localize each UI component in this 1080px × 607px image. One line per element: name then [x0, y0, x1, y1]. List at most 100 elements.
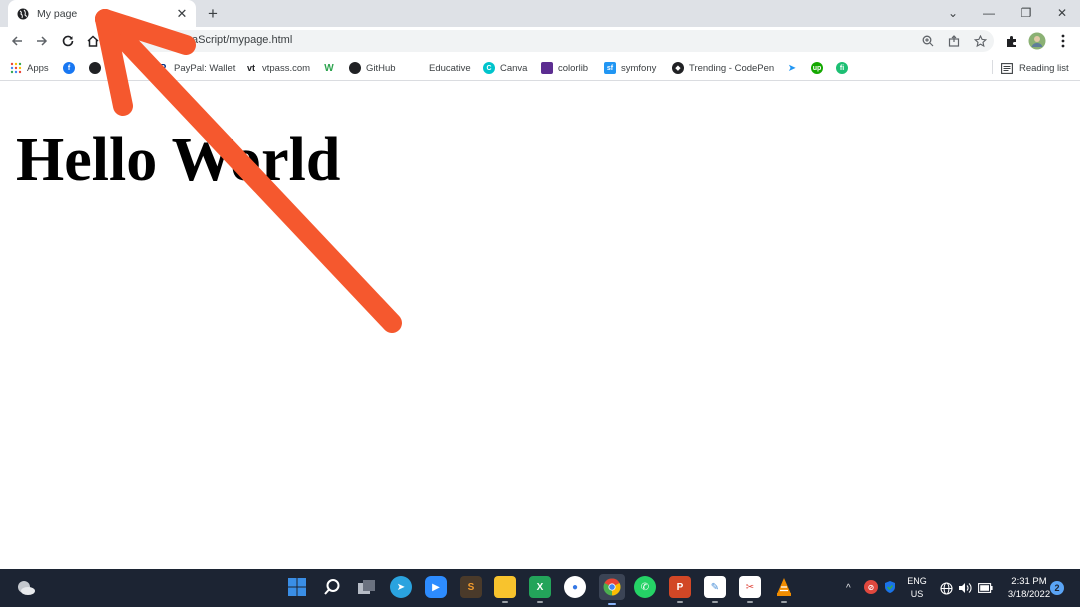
forward-button[interactable] — [31, 30, 53, 52]
globe-icon — [89, 62, 101, 74]
fiverr-icon: fi — [836, 62, 848, 74]
bookmark-label: Educative — [429, 62, 471, 74]
educative-icon — [412, 62, 424, 74]
restore-button[interactable]: ❐ — [1006, 2, 1046, 24]
vlc-icon[interactable] — [773, 576, 795, 603]
bookmark-label: GitHub — [366, 62, 396, 74]
profile-avatar[interactable] — [1026, 30, 1048, 52]
volume-icon[interactable] — [958, 569, 972, 607]
snipping-tool-icon[interactable]: ✂ — [739, 576, 761, 603]
bookmark-github[interactable]: GitHub — [349, 60, 396, 76]
start-button[interactable] — [286, 576, 308, 598]
canva-icon: C — [483, 62, 495, 74]
vtpass-icon: vt — [245, 62, 257, 74]
reload-button[interactable] — [57, 30, 79, 52]
bookmark-label: Trending - CodePen — [689, 62, 775, 74]
reading-list-icon — [1001, 62, 1013, 74]
bookmark-label: symfony — [621, 62, 657, 74]
telegram-icon[interactable]: ➤ — [390, 576, 412, 598]
home-button[interactable] — [82, 30, 104, 52]
tab-search-icon[interactable]: ⌄ — [933, 2, 973, 24]
network-globe-icon[interactable] — [940, 569, 953, 607]
tab-title: My page — [37, 7, 78, 20]
reading-list-button[interactable]: Reading list — [1001, 60, 1069, 76]
bookmark-fiverr[interactable]: fi — [836, 60, 853, 76]
bookmark-label: Apps — [27, 62, 49, 74]
powerpoint-icon[interactable]: P — [669, 576, 691, 603]
url-text: aScript/mypage.html — [192, 34, 293, 46]
tray-overflow-chevron-icon[interactable]: ^ — [846, 569, 858, 607]
bookmark-apps[interactable]: Apps — [10, 60, 49, 76]
bookmark-upwork[interactable]: up — [811, 60, 828, 76]
bookmark-canva[interactable]: C Canva — [483, 60, 527, 76]
address-bar[interactable]: aScript/mypage.html — [108, 30, 994, 52]
whatsapp-icon[interactable]: ✆ — [634, 576, 656, 598]
bookmark-star-icon[interactable] — [972, 33, 988, 49]
upwork-icon: up — [811, 62, 823, 74]
paypal-icon: P — [157, 62, 169, 74]
send-icon: ➤ — [786, 62, 798, 74]
language-code: ENG — [907, 576, 927, 586]
bookmark-w[interactable]: W — [323, 60, 340, 76]
battery-icon[interactable] — [978, 569, 993, 607]
taskbar: ➤ ▶ S X ● ✆ P ✎ ✂ ^ ⊘ ENG US 2:31 PM 3/1… — [0, 569, 1080, 607]
bookmark-symfony[interactable]: sf symfony — [604, 60, 656, 76]
page-viewport: Hello World — [0, 81, 1080, 569]
task-view-icon[interactable] — [356, 576, 378, 598]
sublime-text-icon[interactable]: S — [460, 576, 482, 598]
browser-toolbar: aScript/mypage.html — [0, 27, 1080, 55]
search-icon[interactable] — [321, 576, 343, 598]
weather-widget-icon[interactable] — [15, 577, 37, 599]
extensions-button[interactable] — [1000, 30, 1022, 52]
zoom-icon[interactable] — [920, 33, 936, 49]
bookmark-arrow[interactable]: ➤ — [786, 60, 803, 76]
github-icon — [349, 62, 361, 74]
tray-shield-icon[interactable] — [883, 580, 897, 594]
bookmark-label: PayPal: Wallet — [174, 62, 236, 74]
colorlib-icon — [541, 62, 553, 74]
puzzle-icon — [1006, 35, 1016, 47]
bookmark-facebook[interactable]: f — [63, 60, 80, 76]
tab-my-page[interactable]: My page ✕ — [8, 0, 196, 27]
back-button[interactable] — [6, 30, 28, 52]
bookmark-paypal[interactable]: P PayPal: Wallet — [157, 60, 235, 76]
bookmark-colorlib[interactable]: colorlib — [541, 60, 588, 76]
bookmarks-bar: Apps f P PayPal: Wallet vt vtpass.com W … — [0, 55, 1080, 81]
home-icon — [87, 35, 99, 47]
page-heading: Hello World — [16, 126, 341, 194]
minimize-button[interactable]: — — [969, 2, 1009, 24]
bookmarks-divider — [992, 60, 993, 74]
language-region: US — [910, 589, 924, 599]
apps-grid-icon — [10, 62, 22, 74]
share-icon[interactable] — [946, 33, 962, 49]
notification-badge[interactable]: 2 — [1050, 581, 1064, 595]
zoom-app-icon[interactable]: ▶ — [425, 576, 447, 598]
reading-list-label: Reading list — [1019, 62, 1069, 74]
symfony-icon: sf — [604, 62, 616, 74]
vscode-icon[interactable]: X — [529, 576, 551, 603]
bookmark-label: colorlib — [558, 62, 589, 74]
w-logo-icon: W — [323, 62, 335, 74]
new-tab-button[interactable]: + — [203, 4, 223, 24]
facebook-icon: f — [63, 62, 75, 74]
tray-red-icon[interactable]: ⊘ — [864, 580, 878, 594]
chrome-icon[interactable] — [599, 574, 625, 605]
codepen-icon: ◆ — [672, 62, 684, 74]
menu-kebab-icon[interactable] — [1052, 30, 1074, 52]
tab-close-icon[interactable]: ✕ — [174, 6, 190, 22]
input-language[interactable]: ENG US — [902, 575, 932, 601]
blue-app-icon[interactable]: ● — [564, 576, 586, 598]
file-explorer-icon[interactable] — [494, 576, 516, 603]
bookmark-label: vtpass.com — [262, 62, 311, 74]
bookmark-vtpass[interactable]: vt vtpass.com — [245, 60, 310, 76]
arrow-left-icon — [11, 36, 22, 46]
close-window-button[interactable]: ✕ — [1042, 2, 1080, 24]
bookmark-educative[interactable]: Educative — [412, 60, 471, 76]
avatar-icon — [1028, 32, 1046, 50]
tab-strip: My page ✕ + ⌄ — ❐ ✕ — [0, 0, 1080, 27]
bookmark-codepen[interactable]: ◆ Trending - CodePen — [672, 60, 774, 76]
bookmark-globe[interactable] — [89, 60, 106, 76]
bookmark-label: Canva — [500, 62, 528, 74]
notepad-icon[interactable]: ✎ — [704, 576, 726, 603]
globe-icon — [16, 7, 30, 21]
